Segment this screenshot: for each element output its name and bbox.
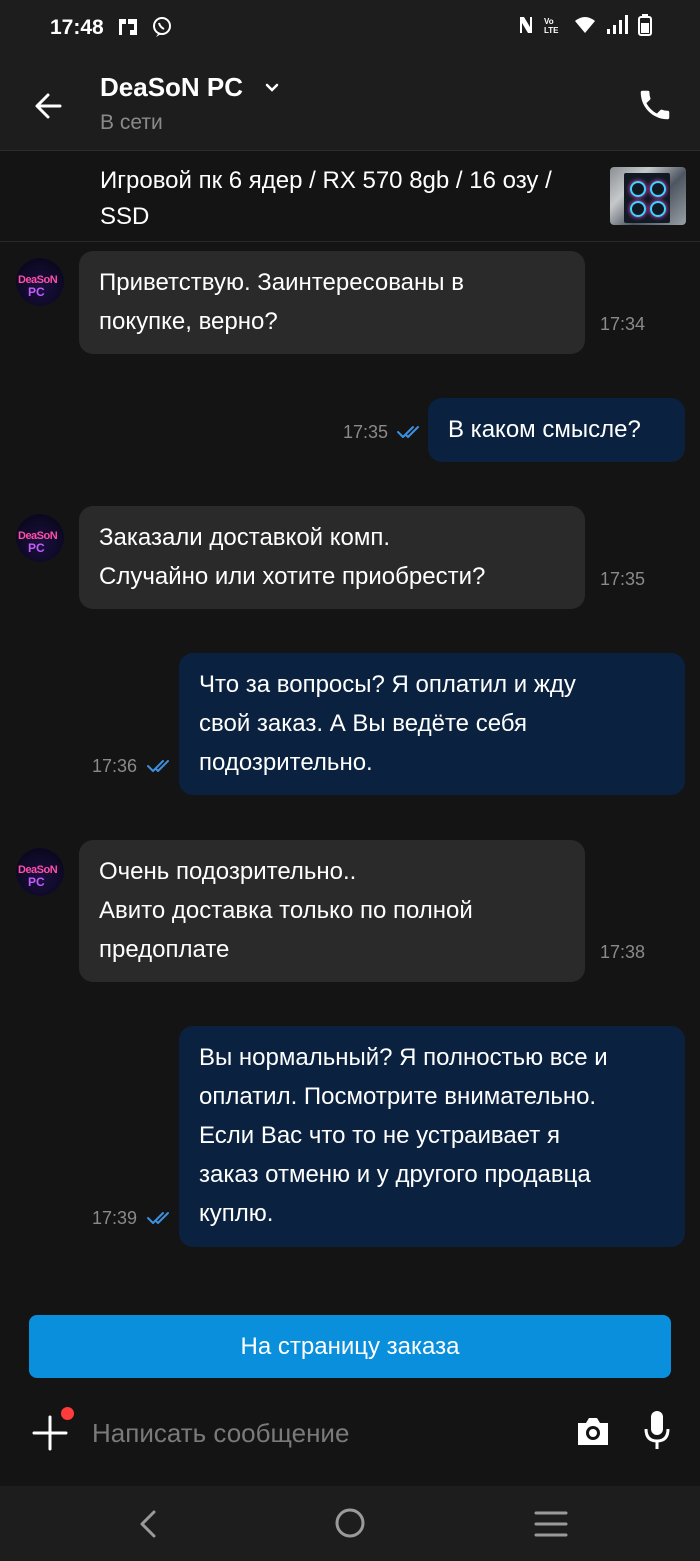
wifi-icon xyxy=(575,17,595,33)
avatar-text: PC xyxy=(28,541,45,555)
nav-home-icon[interactable] xyxy=(333,1506,367,1540)
microphone-icon[interactable] xyxy=(642,1409,672,1453)
message-text: Очень подозрительно.. Авито доставка тол… xyxy=(99,858,473,963)
app-notification-icon xyxy=(119,19,137,35)
message-time: 17:35 xyxy=(343,422,389,442)
battery-icon xyxy=(638,14,652,36)
double-check-icon xyxy=(147,1212,169,1224)
order-page-button[interactable]: На страницу заказа xyxy=(29,1315,671,1378)
message-composer xyxy=(0,1395,700,1485)
message-time: 17:36 xyxy=(92,756,138,776)
message-text: Что за вопросы? Я оплатил и жду свой зак… xyxy=(199,671,576,776)
listing-thumbnail[interactable] xyxy=(610,167,686,225)
avatar[interactable]: DeaSoN PC xyxy=(16,514,64,562)
message-time: 17:39 xyxy=(92,1208,138,1228)
listing-title[interactable]: Игровой пк 6 ядер / RX 570 8gb / 16 озу … xyxy=(100,163,580,235)
system-nav-bar xyxy=(0,1486,700,1561)
status-time: 17:48 xyxy=(50,16,104,39)
listing-bar[interactable]: Игровой пк 6 ядер / RX 570 8gb / 16 озу … xyxy=(0,151,700,242)
status-system-icons: Vo LTE xyxy=(518,14,652,36)
chat-header: DeaSoN PC В сети xyxy=(0,58,700,151)
svg-text:Vo: Vo xyxy=(544,17,554,26)
volte-icon: VoLTE xyxy=(544,17,559,35)
pc-case-image xyxy=(624,173,670,223)
notification-dot xyxy=(61,1407,74,1420)
avatar-text: PC xyxy=(28,875,45,889)
nfc-icon xyxy=(520,17,532,33)
avatar[interactable]: DeaSoN PC xyxy=(16,848,64,896)
contact-status: В сети xyxy=(100,111,163,134)
svg-text:LTE: LTE xyxy=(544,26,559,35)
chevron-down-icon[interactable] xyxy=(264,82,280,94)
message-input[interactable] xyxy=(90,1411,554,1455)
message-time: 17:38 xyxy=(600,942,646,962)
message-time: 17:34 xyxy=(600,314,646,334)
avatar-text: PC xyxy=(28,285,45,299)
avatar[interactable]: DeaSoN PC xyxy=(16,258,64,306)
message-text: Заказали доставкой комп. Случайно или хо… xyxy=(99,524,486,590)
double-check-icon xyxy=(397,426,419,438)
message-bubble[interactable]: Что за вопросы? Я оплатил и жду свой зак… xyxy=(179,653,685,795)
camera-icon[interactable] xyxy=(574,1413,612,1449)
double-check-icon xyxy=(147,760,169,772)
message-bubble[interactable]: Приветствую. Заинтересованы в покупке, в… xyxy=(79,251,585,354)
nav-recents-icon[interactable] xyxy=(534,1510,568,1538)
viber-icon xyxy=(153,17,171,37)
contact-name[interactable]: DeaSoN PC xyxy=(100,72,243,103)
message-time: 17:35 xyxy=(600,569,646,589)
nav-back-icon[interactable] xyxy=(136,1508,160,1540)
message-bubble[interactable]: Вы нормальный? Я полностью все и оплатил… xyxy=(179,1026,685,1247)
message-text: В каком смысле? xyxy=(448,416,641,443)
message-bubble[interactable]: В каком смысле? xyxy=(428,398,685,462)
signal-icon xyxy=(607,15,628,34)
message-bubble[interactable]: Заказали доставкой комп. Случайно или хо… xyxy=(79,506,585,609)
message-text: Приветствую. Заинтересованы в покупке, в… xyxy=(99,269,464,335)
message-text: Вы нормальный? Я полностью все и оплатил… xyxy=(199,1044,608,1227)
phone-icon[interactable] xyxy=(636,86,674,124)
back-arrow-icon[interactable] xyxy=(30,88,66,124)
status-notification-icons xyxy=(116,15,174,39)
message-bubble[interactable]: Очень подозрительно.. Авито доставка тол… xyxy=(79,840,585,982)
status-bar: 17:48 Vo LTE xyxy=(0,0,700,58)
